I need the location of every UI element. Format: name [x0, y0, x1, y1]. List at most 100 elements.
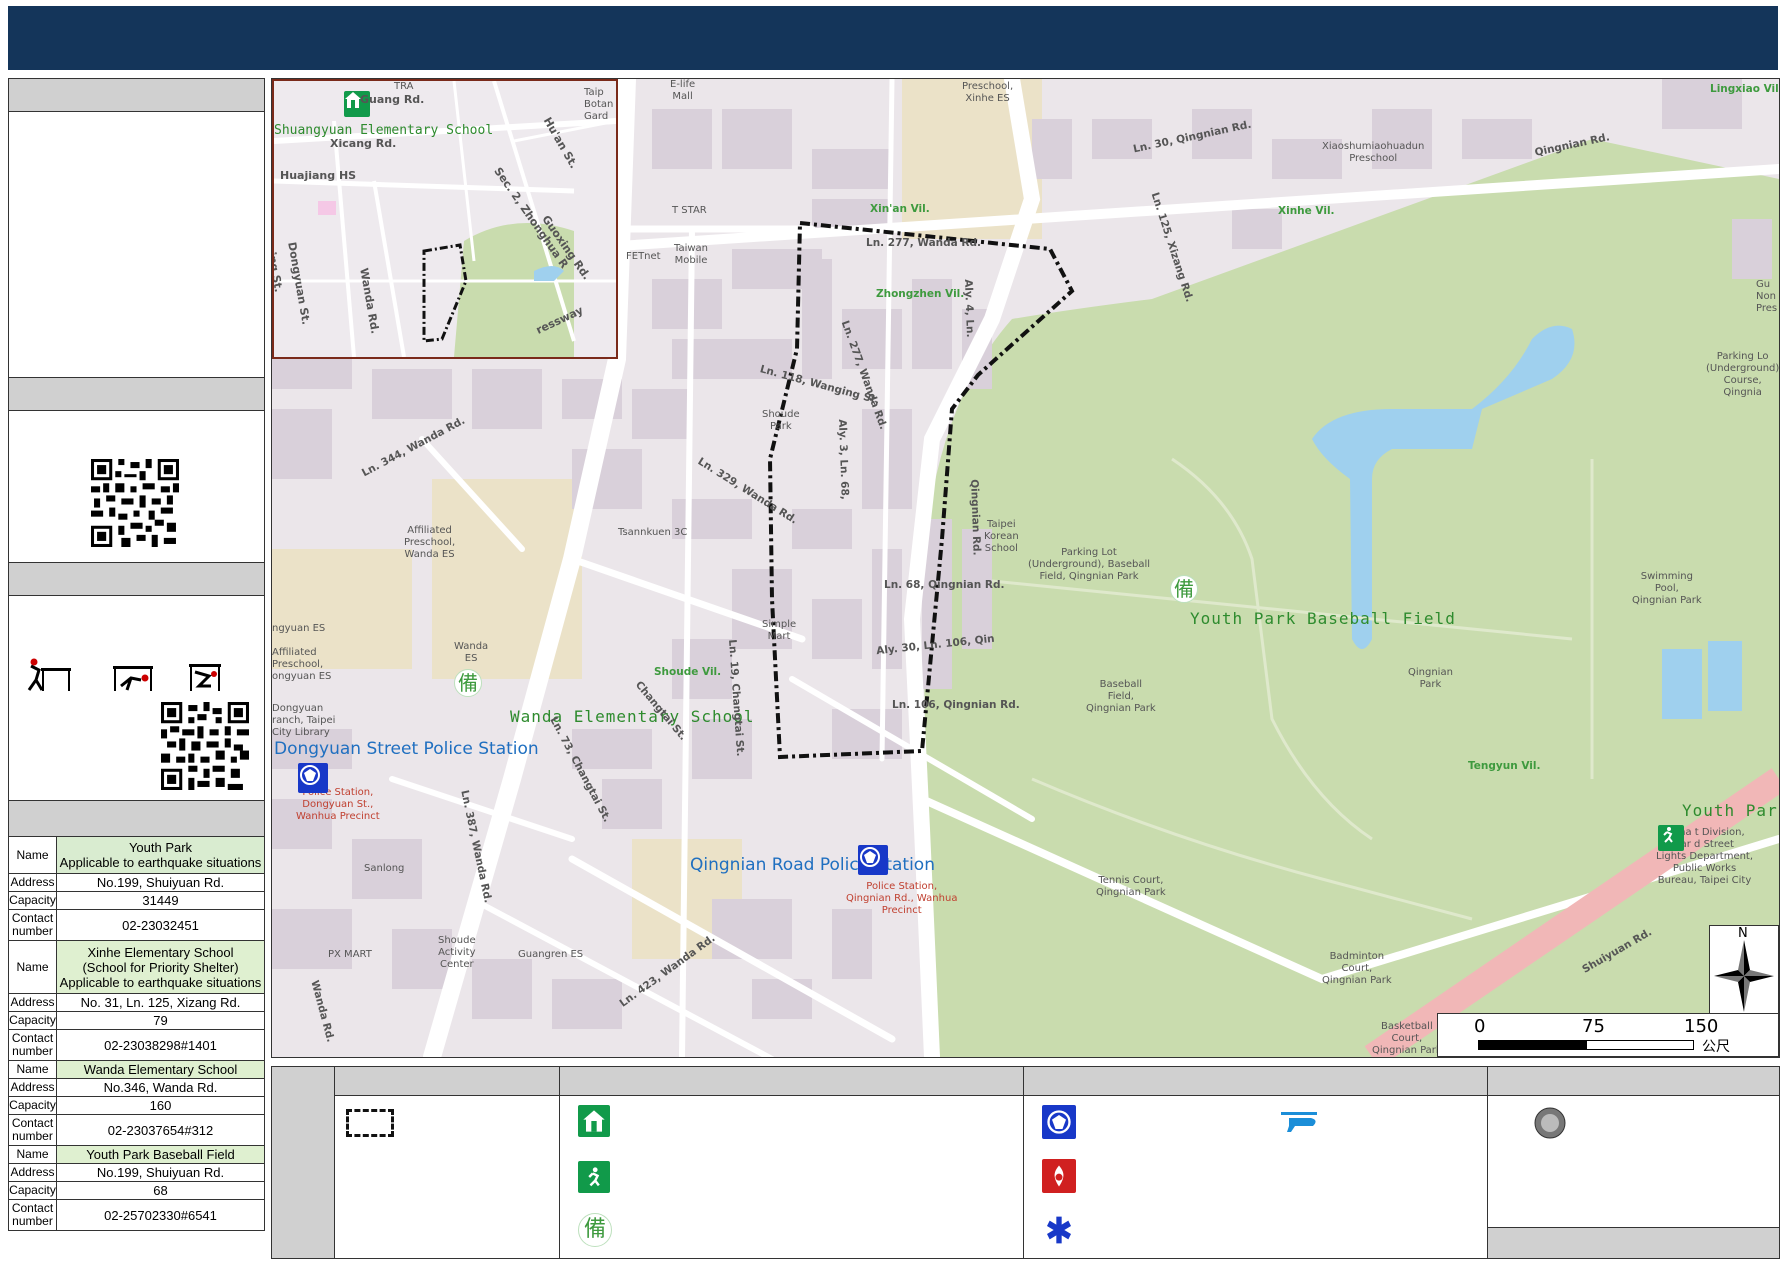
table-row: Name Youth Park Applicable to earthquake… [8, 836, 265, 874]
shelter-section-header [8, 800, 265, 837]
poi-label: Parking Lo (Underground) Course, Qingnia [1706, 351, 1780, 398]
table-row: Name Xinhe Elementary School (School for… [8, 940, 265, 994]
village-label: Lingxiao Vil. [1710, 83, 1780, 95]
cover-under-table-icon [113, 666, 153, 691]
scale-bar-track [1478, 1040, 1694, 1050]
qr-code-icon[interactable] [161, 702, 249, 790]
street-label: Ln. 106, Qingnian Rd. [892, 699, 1020, 711]
shelter-capacity: 79 [56, 1011, 265, 1030]
legend-title-cell [272, 1067, 335, 1258]
scale-tick: 150 [1684, 1016, 1719, 1037]
shelter-contact: 02-23038298#1401 [56, 1029, 265, 1061]
poi-label: Gu Non Pres [1756, 279, 1778, 314]
shelter-contact: 02-23032451 [56, 909, 265, 941]
qingnian-police-label: Qingnian Road Police Station [690, 855, 935, 875]
scale-unit: 公尺 [1702, 1039, 1730, 1055]
poi-label: Tennis Court, Qingnian Park [1096, 875, 1166, 898]
poi-label: Taipei Korean School [984, 519, 1019, 554]
shelter-address: No. 31, Ln. 125, Xizang Rd. [56, 993, 265, 1012]
table-row: Address No. 31, Ln. 125, Xizang Rd. [8, 993, 265, 1012]
inset-street-label: Huajiang HS [280, 169, 357, 182]
compass-icon [1714, 940, 1774, 1012]
table-row: Address No.199, Shuiyuan Rd. [8, 873, 265, 892]
shelter-name: Xinhe Elementary School (School for Prio… [56, 940, 265, 994]
poi-label: Baseball Field, Qingnian Park [1086, 679, 1156, 714]
capacity-key: Capacity [8, 1096, 57, 1115]
village-label: Xin'an Vil. [870, 203, 930, 215]
inset-map[interactable]: Shuangyuan Elementary School Guang Rd. X… [272, 79, 618, 359]
table-row: Name Wanda Elementary School [8, 1060, 265, 1079]
inset-poi-label: TRA [394, 81, 414, 92]
poi-label: Parking Lot (Underground), Baseball Fiel… [1028, 547, 1151, 582]
qr-code-icon[interactable] [91, 459, 179, 547]
boundary-icon [344, 1107, 396, 1139]
poi-label: Guangren ES [518, 949, 584, 960]
evacuation-icon [578, 1161, 610, 1193]
inset-school-label: Shuangyuan Elementary School [274, 123, 494, 138]
location-section-header [8, 78, 265, 112]
safety-section-header [8, 562, 265, 596]
inset-street-label: Guang Rd. [360, 93, 425, 106]
table-row: Contact number 02-23038298#1401 [8, 1029, 265, 1061]
helipad-icon [1274, 1105, 1324, 1139]
police-station-icon[interactable] [858, 845, 888, 875]
poi-label: Tsannkuen 3C [618, 527, 688, 538]
legend-footer-cell [1488, 1227, 1779, 1258]
shelter-table: Name Youth Park Applicable to earthquake… [8, 836, 265, 1231]
shelter-capacity: 31449 [56, 891, 265, 910]
village-label: Tengyun Vil. [1468, 760, 1541, 772]
shelter-address: No.199, Shuiyuan Rd. [56, 1163, 265, 1182]
poi-label: Dongyuan ranch, Taipei City Library [272, 703, 336, 738]
table-row: Address No.346, Wanda Rd. [8, 1078, 265, 1097]
poi-label: Badminton Court, Qingnian Park [1322, 951, 1392, 986]
table-row: Contact number 02-25702330#6541 [8, 1199, 265, 1231]
legend-col-header [1488, 1067, 1779, 1096]
police-station-icon [1042, 1105, 1076, 1139]
scale-tick: 75 [1582, 1016, 1605, 1037]
reserve-shelter-icon[interactable]: 備 [454, 669, 482, 697]
shelter-address: No.199, Shuiyuan Rd. [56, 873, 265, 892]
poi-label: PX MART [328, 949, 372, 960]
safety-section-body [8, 595, 265, 801]
youth-park-label: Youth Park [1682, 801, 1780, 820]
name-key: Name [8, 836, 57, 874]
poi-label: FETnet [626, 251, 661, 262]
street-label: Aly. 4, Ln. [962, 279, 977, 338]
poi-label: Taiwan Mobile [674, 243, 709, 266]
contact-key: Contact number [8, 909, 57, 941]
name-key: Name [8, 1060, 57, 1079]
legend-col-header [335, 1067, 560, 1096]
poi-label: E-life Mall [670, 79, 696, 102]
legend-col-header [1024, 1067, 1488, 1096]
capacity-key: Capacity [8, 1011, 57, 1030]
street-label: Ln. 68, Qingnian Rd. [884, 579, 1005, 591]
poi-label: Swimming Pool, Qingnian Park [1632, 571, 1702, 606]
poi-label: Preschool, Xinhe ES [962, 81, 1014, 104]
poi-label: Shoude Park [762, 409, 800, 432]
north-label: N [1738, 926, 1748, 941]
address-key: Address [8, 1078, 57, 1097]
legend-col-header [560, 1067, 1024, 1096]
drop-cover-hold-icon [27, 658, 71, 691]
shelter-name: Youth Park Baseball Field [56, 1145, 265, 1164]
address-key: Address [8, 993, 57, 1012]
table-row: Capacity 160 [8, 1096, 265, 1115]
shelter-name: Wanda Elementary School [56, 1060, 265, 1079]
shelter-contact: 02-25702330#6541 [56, 1199, 265, 1231]
poi-label: Police Station, Qingnian Rd., Wanhua Pre… [846, 881, 958, 916]
table-row: Address No.199, Shuiyuan Rd. [8, 1163, 265, 1182]
reserve-shelter-icon: 備 [578, 1213, 612, 1247]
reserve-shelter-icon[interactable]: 備 [1170, 575, 1198, 603]
poi-label: Wanda ES [454, 641, 489, 664]
evacuation-map[interactable]: Shuangyuan Elementary School Guang Rd. X… [271, 78, 1780, 1058]
contact-key: Contact number [8, 1029, 57, 1061]
fire-station-icon [1042, 1159, 1076, 1193]
address-key: Address [8, 1163, 57, 1182]
village-label: Shoude Vil. [654, 666, 722, 678]
capacity-key: Capacity [8, 1181, 57, 1200]
poi-label: Qingnian Park [1408, 667, 1453, 690]
name-key: Name [8, 1145, 57, 1164]
evacuation-icon[interactable] [1658, 825, 1684, 851]
police-station-icon[interactable] [298, 763, 328, 793]
hold-on-icon [189, 664, 221, 691]
